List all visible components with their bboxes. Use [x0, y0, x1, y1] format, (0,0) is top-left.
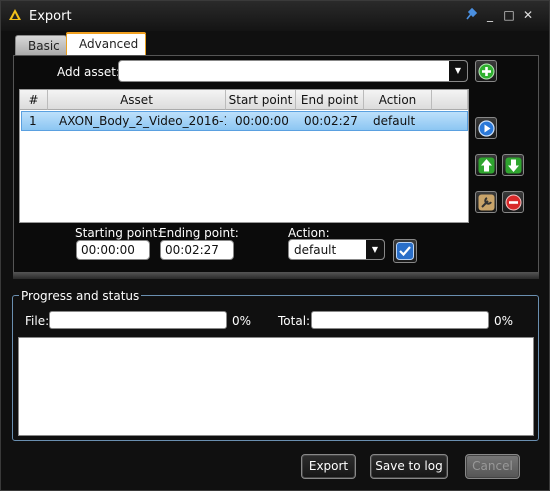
col-header-end[interactable]: End point [296, 90, 364, 110]
col-header-filler [432, 90, 468, 110]
move-up-button[interactable] [475, 154, 497, 176]
cell-start: 00:00:00 [235, 114, 289, 128]
remove-icon [505, 194, 522, 211]
add-asset-combo[interactable]: ▼ [118, 60, 468, 82]
remove-asset-button[interactable] [502, 191, 524, 213]
chevron-down-icon[interactable]: ▼ [366, 240, 384, 259]
tab-basic[interactable]: Basic [15, 35, 67, 56]
action-value: default [294, 243, 337, 257]
ending-point-input[interactable]: 00:02:27 [160, 240, 234, 260]
col-header-start[interactable]: Start point [226, 90, 296, 110]
total-percent: 0% [494, 314, 514, 328]
total-progress-bar [311, 311, 489, 329]
chevron-down-icon[interactable]: ▼ [449, 61, 467, 81]
pin-icon[interactable] [463, 7, 479, 23]
export-button[interactable]: Export [301, 454, 356, 479]
play-button[interactable] [475, 117, 497, 139]
starting-point-input[interactable]: 00:00:00 [76, 240, 150, 260]
action-label: Action: [288, 226, 330, 240]
maximize-button[interactable]: □ [501, 7, 517, 23]
col-header-num[interactable]: # [20, 90, 48, 110]
cell-action: default [373, 114, 416, 128]
file-progress-bar [49, 311, 227, 329]
apply-button[interactable] [393, 239, 417, 263]
wrench-icon [478, 194, 495, 211]
cell-end: 00:02:27 [304, 114, 358, 128]
edit-asset-button[interactable] [475, 191, 497, 213]
plus-icon [478, 63, 495, 80]
cell-asset: AXON_Body_2_Video_2016-12-1 [59, 114, 226, 128]
status-log[interactable] [18, 337, 534, 436]
add-asset-label: Add asset: [57, 65, 121, 79]
action-combo[interactable]: default ▼ [288, 239, 385, 260]
file-label: File: [25, 314, 50, 328]
progress-title: Progress and status [19, 289, 142, 303]
title-bar: Export _ □ ✕ [1, 1, 549, 31]
asset-grid[interactable]: # Asset Start point End point Action 1 A… [19, 89, 469, 223]
axon-triangle-icon [9, 9, 21, 20]
arrow-up-icon [478, 157, 495, 174]
cancel-button[interactable]: Cancel [465, 454, 520, 479]
play-icon [478, 120, 495, 137]
arrow-down-icon [505, 157, 522, 174]
starting-point-label: Starting point: [75, 226, 162, 240]
tab-advanced[interactable]: Advanced [66, 32, 146, 55]
window-title: Export [29, 9, 72, 24]
panel-divider [13, 272, 539, 279]
checkmark-icon [396, 242, 414, 260]
add-asset-button[interactable] [475, 60, 497, 82]
minimize-button[interactable]: _ [482, 7, 498, 23]
col-header-asset[interactable]: Asset [48, 90, 226, 110]
move-down-button[interactable] [502, 154, 524, 176]
col-header-action[interactable]: Action [364, 90, 432, 110]
total-label: Total: [278, 314, 311, 328]
ending-point-label: Ending point: [159, 226, 239, 240]
save-to-log-button[interactable]: Save to log [370, 454, 448, 479]
close-button[interactable]: ✕ [520, 7, 536, 23]
file-percent: 0% [232, 314, 252, 328]
table-row[interactable]: 1 AXON_Body_2_Video_2016-12-1 00:00:00 0… [21, 111, 468, 131]
cell-num: 1 [29, 114, 37, 128]
export-window: Export _ □ ✕ Basic Advanced Add asset: ▼… [0, 0, 550, 491]
